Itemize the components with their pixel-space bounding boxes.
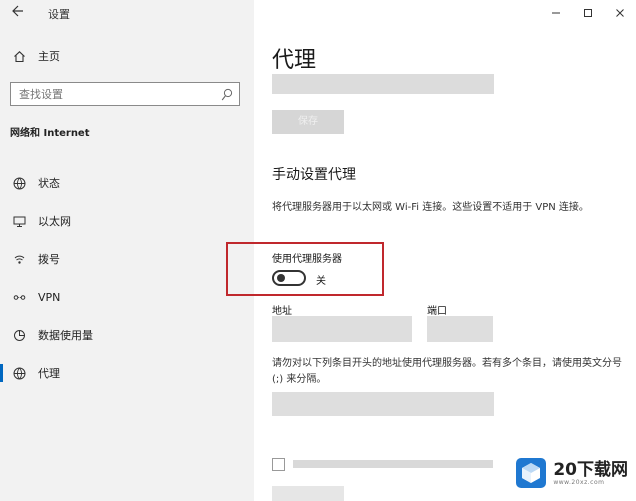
sidebar-item-data-usage[interactable]: 数据使用量 bbox=[0, 316, 254, 354]
search-icon[interactable] bbox=[221, 87, 233, 106]
section-heading: 手动设置代理 bbox=[272, 167, 356, 183]
script-address-field[interactable] bbox=[272, 74, 494, 94]
vpn-icon bbox=[12, 290, 26, 304]
app-title: 设置 bbox=[48, 8, 70, 21]
window-controls bbox=[540, 0, 636, 26]
page-title: 代理 bbox=[272, 48, 317, 73]
title-bar: 设置 bbox=[0, 0, 254, 26]
watermark-brand: 20下载网 bbox=[553, 459, 628, 480]
home-link[interactable]: 主页 bbox=[12, 48, 60, 64]
sidebar-item-label: 拨号 bbox=[38, 253, 60, 266]
arrow-left-icon bbox=[12, 5, 23, 17]
sidebar-item-ethernet[interactable]: 以太网 bbox=[0, 202, 254, 240]
highlight-box bbox=[226, 242, 384, 296]
sidebar-item-proxy[interactable]: 代理 bbox=[0, 354, 254, 392]
watermark-url: www.20xz.com bbox=[553, 478, 605, 486]
address-input[interactable] bbox=[272, 316, 412, 342]
cube-logo-icon bbox=[516, 458, 547, 488]
section-description: 将代理服务器用于以太网或 Wi-Fi 连接。这些设置不适用于 VPN 连接。 bbox=[272, 202, 589, 213]
close-icon bbox=[616, 9, 624, 17]
sidebar: 设置 主页 网络和 Internet 状态 以太网 bbox=[0, 0, 254, 501]
port-input[interactable] bbox=[427, 316, 493, 342]
globe-icon bbox=[12, 176, 26, 190]
pie-icon bbox=[12, 328, 26, 342]
minimize-icon bbox=[552, 12, 560, 14]
home-label: 主页 bbox=[38, 50, 60, 63]
back-button[interactable] bbox=[12, 5, 24, 21]
sidebar-item-dialup[interactable]: 拨号 bbox=[0, 240, 254, 278]
home-icon bbox=[12, 49, 26, 63]
bypass-local-row[interactable] bbox=[272, 458, 503, 471]
exceptions-description: 请勿对以下列条目开头的地址使用代理服务器。若有多个条目，请使用英文分号 (;) … bbox=[272, 358, 622, 385]
maximize-button[interactable] bbox=[572, 0, 604, 26]
sidebar-nav: 状态 以太网 拨号 VPN 数据使用量 代理 bbox=[0, 164, 254, 392]
monitor-icon bbox=[12, 214, 26, 228]
watermark: 20下载网 www.20xz.com bbox=[515, 457, 628, 489]
sidebar-item-label: VPN bbox=[38, 290, 61, 304]
maximize-icon bbox=[584, 9, 592, 17]
section-title: 网络和 Internet bbox=[10, 128, 90, 139]
close-button[interactable] bbox=[604, 0, 636, 26]
bypass-local-checkbox[interactable] bbox=[272, 458, 285, 471]
sidebar-item-label: 以太网 bbox=[38, 215, 71, 228]
sidebar-item-status[interactable]: 状态 bbox=[0, 164, 254, 202]
globe-icon bbox=[12, 366, 26, 380]
address-label: 地址 bbox=[272, 306, 292, 317]
port-label: 端口 bbox=[427, 306, 447, 317]
search-input[interactable] bbox=[11, 83, 211, 106]
search-box[interactable] bbox=[10, 82, 240, 106]
sidebar-item-label: 代理 bbox=[38, 367, 60, 380]
bottom-save-button[interactable] bbox=[272, 486, 344, 501]
sidebar-item-label: 状态 bbox=[38, 177, 60, 190]
save-button[interactable]: 保存 bbox=[272, 110, 344, 134]
sidebar-item-label: 数据使用量 bbox=[38, 329, 93, 342]
exceptions-input[interactable] bbox=[272, 392, 494, 416]
dialup-icon bbox=[12, 252, 26, 266]
minimize-button[interactable] bbox=[540, 0, 572, 26]
bypass-local-label bbox=[293, 459, 503, 470]
sidebar-item-vpn[interactable]: VPN bbox=[0, 278, 254, 316]
